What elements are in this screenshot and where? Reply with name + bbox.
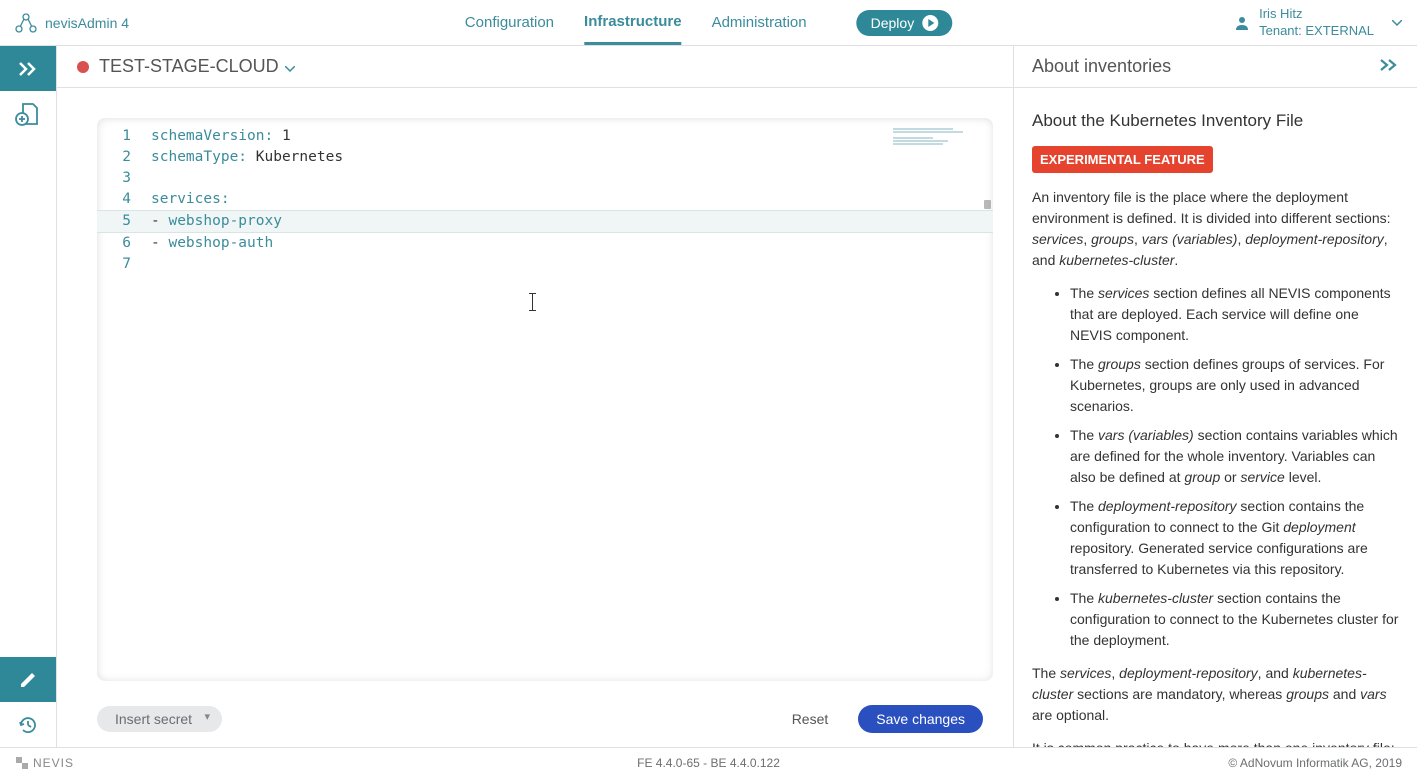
deploy-button[interactable]: Deploy	[857, 10, 953, 36]
line-content[interactable]: schemaType: Kubernetes	[151, 147, 993, 168]
left-sidebar	[0, 46, 57, 747]
logo-icon	[15, 13, 37, 33]
help-panel: About inventories About the Kubernetes I…	[1013, 46, 1417, 747]
user-name: Iris Hitz	[1259, 6, 1374, 23]
sidebar-expand-button[interactable]	[0, 46, 56, 91]
user-text: Iris Hitz Tenant: EXTERNAL	[1259, 6, 1374, 40]
sidebar-history-button[interactable]	[0, 702, 56, 747]
code-line[interactable]: 2schemaType: Kubernetes	[97, 147, 993, 168]
inventory-bar: TEST-STAGE-CLOUD	[57, 46, 1013, 88]
help-li-kube: The kubernetes-cluster section contains …	[1070, 588, 1399, 651]
line-number: 7	[97, 254, 151, 275]
code-line[interactable]: 5- webshop-proxy	[97, 210, 993, 233]
nav-configuration[interactable]: Configuration	[465, 2, 554, 43]
help-practice: It is common practice to have more than …	[1032, 738, 1399, 747]
nav-administration[interactable]: Administration	[712, 2, 807, 43]
save-button[interactable]: Save changes	[858, 705, 983, 733]
code-editor[interactable]: 1schemaVersion: 12schemaType: Kubernetes…	[97, 118, 993, 681]
line-content[interactable]	[151, 254, 993, 275]
top-header: nevisAdmin 4 Configuration Infrastructur…	[0, 0, 1417, 46]
nav-infrastructure[interactable]: Infrastructure	[584, 1, 682, 45]
app-logo[interactable]: nevisAdmin 4	[15, 13, 129, 33]
sidebar-add-file-button[interactable]	[0, 91, 56, 136]
app-name: nevisAdmin 4	[45, 15, 129, 31]
line-content[interactable]: schemaVersion: 1	[151, 126, 993, 147]
footer-copyright: © AdNovum Informatik AG, 2019	[1228, 756, 1402, 770]
main-nav: Configuration Infrastructure Administrat…	[465, 1, 952, 45]
chevron-down-icon[interactable]	[285, 59, 295, 75]
line-number: 1	[97, 126, 151, 147]
line-content[interactable]	[151, 168, 993, 189]
footer: NEVIS FE 4.4.0-65 - BE 4.4.0.122 © AdNov…	[0, 747, 1417, 777]
help-li-deprepo: The deployment-repository section contai…	[1070, 496, 1399, 580]
play-icon	[922, 15, 938, 31]
line-number: 5	[97, 211, 151, 232]
help-li-groups: The groups section defines groups of ser…	[1070, 354, 1399, 417]
footer-brand: NEVIS	[15, 756, 74, 770]
code-line[interactable]: 4services:	[97, 189, 993, 210]
help-mandatory: The services, deployment-repository, and…	[1032, 663, 1399, 726]
chevron-down-icon	[1392, 14, 1402, 31]
status-dot-icon	[77, 61, 89, 73]
line-number: 4	[97, 189, 151, 210]
editor-toolbar: Insert secret Reset Save changes	[57, 691, 1013, 747]
deploy-label: Deploy	[871, 15, 915, 31]
line-number: 2	[97, 147, 151, 168]
text-cursor-icon	[532, 293, 533, 311]
line-content[interactable]: - webshop-auth	[151, 233, 993, 254]
line-number: 3	[97, 168, 151, 189]
experimental-badge: EXPERIMENTAL FEATURE	[1032, 146, 1213, 174]
scroll-indicator[interactable]	[984, 200, 991, 209]
help-panel-title: About inventories	[1032, 56, 1171, 77]
code-line[interactable]: 6- webshop-auth	[97, 233, 993, 254]
user-menu[interactable]: Iris Hitz Tenant: EXTERNAL	[1235, 6, 1402, 40]
insert-secret-dropdown[interactable]: Insert secret	[97, 706, 222, 732]
help-li-services: The services section defines all NEVIS c…	[1070, 283, 1399, 346]
help-intro: An inventory file is the place where the…	[1032, 187, 1399, 271]
footer-version: FE 4.4.0-65 - BE 4.4.0.122	[637, 756, 780, 770]
line-content[interactable]: services:	[151, 189, 993, 210]
inventory-name[interactable]: TEST-STAGE-CLOUD	[99, 56, 279, 77]
help-heading: About the Kubernetes Inventory File	[1032, 108, 1399, 134]
user-icon	[1235, 16, 1249, 30]
line-number: 6	[97, 233, 151, 254]
line-content[interactable]: - webshop-proxy	[151, 211, 993, 232]
reset-button[interactable]: Reset	[792, 711, 829, 727]
panel-expand-icon[interactable]	[1379, 58, 1399, 75]
code-line[interactable]: 3	[97, 168, 993, 189]
sidebar-edit-button[interactable]	[0, 657, 56, 702]
help-li-vars: The vars (variables) section contains va…	[1070, 425, 1399, 488]
code-line[interactable]: 7	[97, 254, 993, 275]
help-body: About the Kubernetes Inventory File EXPE…	[1014, 88, 1417, 747]
minimap[interactable]	[893, 128, 983, 168]
tenant-line: Tenant: EXTERNAL	[1259, 23, 1374, 40]
code-line[interactable]: 1schemaVersion: 1	[97, 126, 993, 147]
